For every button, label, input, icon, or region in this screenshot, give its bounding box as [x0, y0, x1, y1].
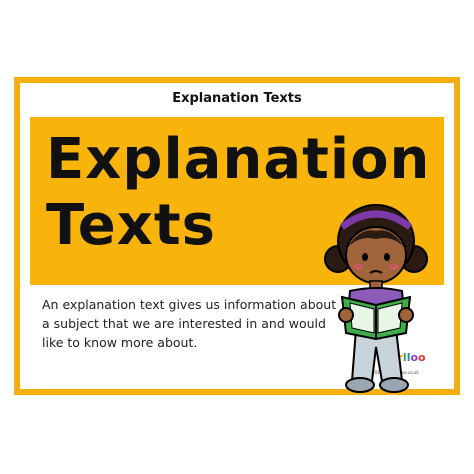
girl-reading-book-icon	[324, 204, 428, 393]
header-title: Explanation Texts	[172, 91, 302, 106]
description-text: An explanation text gives us information…	[42, 297, 337, 350]
main-title-line-1: Explanation	[46, 127, 431, 192]
explanation-card: Explanation Texts Explanation Texts An e…	[14, 77, 460, 395]
